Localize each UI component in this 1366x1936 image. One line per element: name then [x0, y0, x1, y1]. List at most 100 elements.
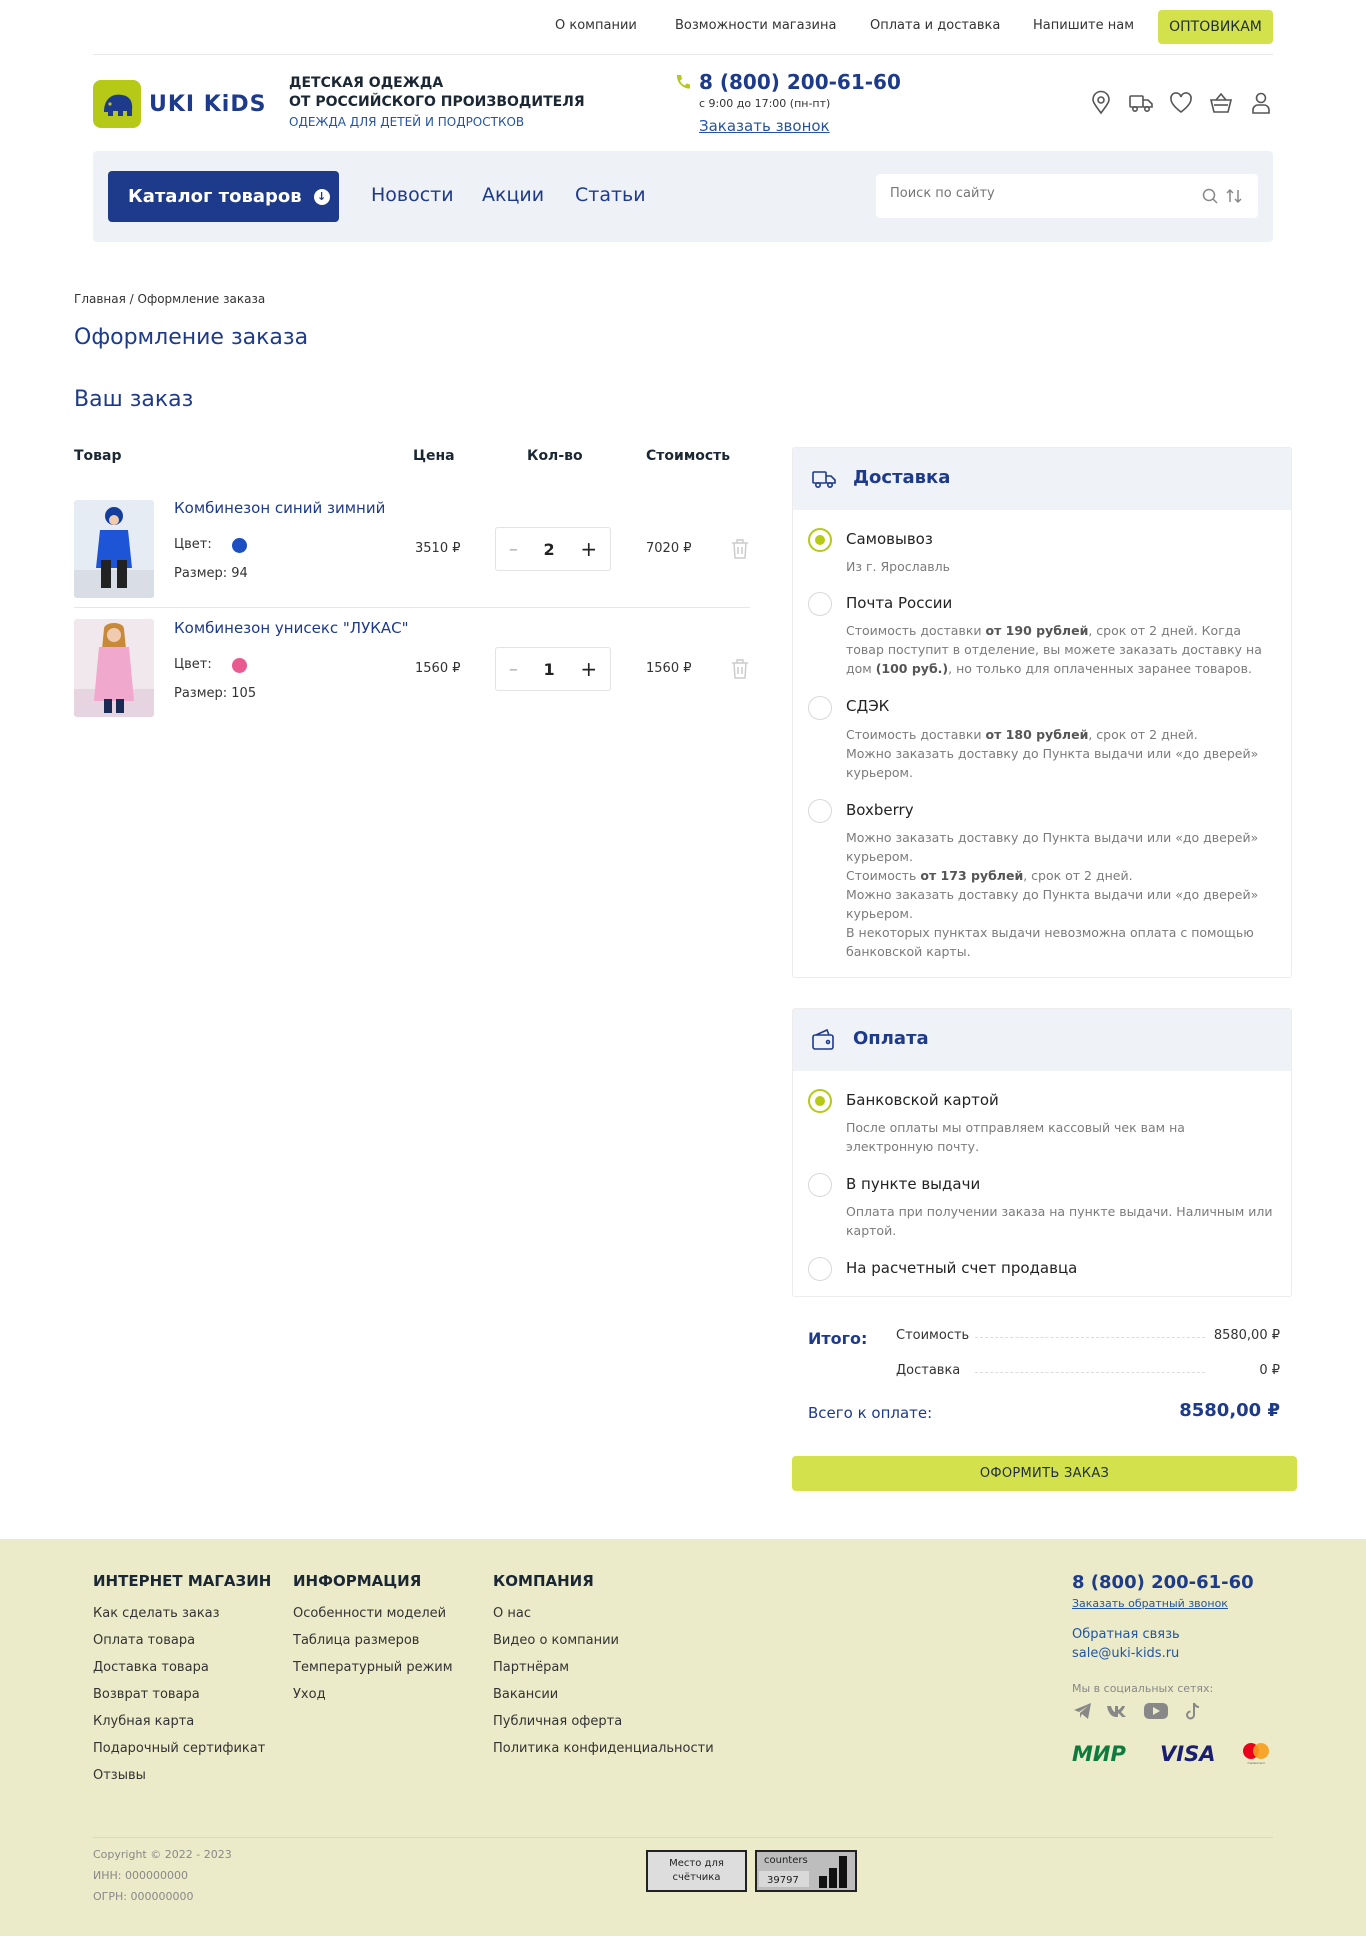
footer-link[interactable]: Отзывы: [93, 1768, 146, 1783]
email-link[interactable]: sale@uki-kids.ru: [1072, 1646, 1179, 1661]
footer-link[interactable]: Температурный режим: [293, 1660, 453, 1675]
youtube-icon[interactable]: [1143, 1700, 1169, 1722]
feedback-link[interactable]: Обратная связь: [1072, 1627, 1180, 1642]
product-name[interactable]: Комбинезон унисекс "ЛУКАС": [174, 619, 409, 637]
page-title: Оформление заказа: [74, 325, 309, 350]
location-icon[interactable]: [1088, 90, 1114, 116]
catalog-button[interactable]: Каталог товаров ↓: [108, 171, 339, 222]
submit-order-button[interactable]: ОФОРМИТЬ ЗАКАЗ: [792, 1456, 1297, 1491]
footer-phone[interactable]: 8 (800) 200-61-60: [1072, 1572, 1254, 1593]
plus-button[interactable]: +: [580, 537, 597, 561]
footer-link[interactable]: Особенности моделей: [293, 1606, 446, 1621]
radio-russian-post[interactable]: [808, 592, 832, 616]
product-image[interactable]: [74, 619, 154, 717]
user-icon[interactable]: [1248, 90, 1274, 116]
nav-articles[interactable]: Статьи: [575, 184, 646, 206]
quantity-value[interactable]: 2: [544, 540, 555, 559]
radio-pickup[interactable]: [808, 528, 832, 552]
minus-button[interactable]: –: [509, 539, 518, 560]
footer-col-title: ИНФОРМАЦИЯ: [293, 1572, 422, 1590]
inn: ИНН: 000000000: [93, 1869, 188, 1882]
counter-widget[interactable]: counters 39797: [755, 1850, 857, 1892]
mir-text: МИР: [1072, 1742, 1126, 1766]
topnav-payment-delivery[interactable]: Оплата и доставка: [870, 18, 1000, 33]
divider: [93, 54, 1273, 55]
footer-link[interactable]: Оплата товара: [93, 1633, 195, 1648]
radio-bank-card[interactable]: [808, 1089, 832, 1113]
truck-icon: [811, 467, 837, 491]
delivery-option-label[interactable]: СДЭК: [846, 697, 889, 715]
breadcrumb[interactable]: Главная / Оформление заказа: [74, 292, 265, 306]
cost-value: 8580,00 ₽: [1213, 1328, 1280, 1343]
footer-link[interactable]: О нас: [493, 1606, 531, 1621]
footer-link[interactable]: Вакансии: [493, 1687, 558, 1702]
ogrn: ОГРН: 000000000: [93, 1890, 194, 1903]
dotted-leader: [975, 1372, 1205, 1373]
footer-link[interactable]: Как сделать заказ: [93, 1606, 220, 1621]
topnav-about[interactable]: О компании: [555, 18, 637, 33]
color-label: Цвет:: [174, 537, 212, 552]
trash-icon[interactable]: [730, 538, 750, 560]
nav-promo[interactable]: Акции: [482, 184, 544, 206]
truck-icon[interactable]: [1128, 90, 1154, 116]
payment-option-label[interactable]: В пункте выдачи: [846, 1175, 980, 1193]
footer-link[interactable]: Политика конфиденциальности: [493, 1741, 714, 1756]
elephant-logo-icon[interactable]: [93, 80, 141, 128]
radio-boxberry[interactable]: [808, 799, 832, 823]
catalog-label: Каталог товаров: [128, 186, 302, 207]
search-input[interactable]: [890, 186, 1190, 201]
product-name[interactable]: Комбинезон синий зимний: [174, 499, 385, 517]
footer-divider: [93, 1837, 1273, 1838]
radio-bank-account[interactable]: [808, 1257, 832, 1281]
vk-icon[interactable]: [1105, 1700, 1127, 1722]
tiktok-icon[interactable]: [1182, 1700, 1204, 1722]
delivery-option-label[interactable]: Boxberry: [846, 801, 914, 819]
nav-news[interactable]: Новости: [371, 184, 454, 206]
search-box: [876, 174, 1258, 218]
visa-logo-icon: VISA: [1160, 1740, 1222, 1766]
radio-pickup-point[interactable]: [808, 1173, 832, 1197]
topnav-contact[interactable]: Напишите нам: [1033, 18, 1134, 33]
footer-link[interactable]: Видео о компании: [493, 1633, 619, 1648]
footer-callback-link[interactable]: Заказать обратный звонок: [1072, 1597, 1228, 1610]
search-icon[interactable]: [1201, 187, 1219, 209]
order-call-link[interactable]: Заказать звонок: [699, 117, 830, 135]
product-total: 1560 ₽: [646, 661, 692, 676]
footer-link[interactable]: Публичная оферта: [493, 1714, 622, 1729]
phone-icon: [674, 73, 692, 91]
wholesale-button[interactable]: ОПТОВИКАМ: [1158, 10, 1273, 44]
radio-cdek[interactable]: [808, 696, 832, 720]
product-image[interactable]: [74, 500, 154, 598]
delivery-option-label[interactable]: Самовывоз: [846, 530, 933, 548]
footer-link[interactable]: Клубная карта: [93, 1714, 194, 1729]
header-phone[interactable]: 8 (800) 200-61-60: [699, 70, 901, 94]
minus-button[interactable]: –: [509, 659, 518, 680]
footer-link[interactable]: Партнёрам: [493, 1660, 569, 1675]
basket-icon[interactable]: [1208, 90, 1234, 116]
quantity-value[interactable]: 1: [544, 660, 555, 679]
social-label: Мы в социальных сетях:: [1072, 1682, 1214, 1695]
heart-icon[interactable]: [1168, 90, 1194, 116]
sort-icon[interactable]: [1225, 187, 1243, 209]
dotted-leader: [975, 1337, 1205, 1338]
payment-option-desc: После оплаты мы отправляем кассовый чек …: [846, 1120, 1185, 1154]
telegram-icon[interactable]: [1072, 1700, 1094, 1722]
trash-icon[interactable]: [730, 658, 750, 680]
work-hours: с 9:00 до 17:00 (пн-пт): [699, 97, 831, 110]
delivery-title: Доставка: [853, 467, 951, 488]
col-price: Цена: [413, 448, 455, 464]
payment-option-label[interactable]: На расчетный счет продавца: [846, 1259, 1077, 1277]
footer-link[interactable]: Возврат товара: [93, 1687, 200, 1702]
footer-link[interactable]: Уход: [293, 1687, 326, 1702]
tagline-sub: ОДЕЖДА ДЛЯ ДЕТЕЙ И ПОДРОСТКОВ: [289, 115, 525, 129]
size-label: Размер: 94: [174, 566, 248, 581]
footer-link[interactable]: Подарочный сертификат: [93, 1741, 265, 1756]
plus-button[interactable]: +: [580, 657, 597, 681]
topnav-features[interactable]: Возможности магазина: [675, 18, 836, 33]
footer-link[interactable]: Доставка товара: [93, 1660, 209, 1675]
delivery-option-label[interactable]: Почта России: [846, 594, 952, 612]
footer-link[interactable]: Таблица размеров: [293, 1633, 419, 1648]
logo-text[interactable]: UKI KiDS: [149, 92, 266, 117]
quantity-stepper: – 2 +: [495, 527, 611, 571]
payment-option-label[interactable]: Банковской картой: [846, 1091, 999, 1109]
